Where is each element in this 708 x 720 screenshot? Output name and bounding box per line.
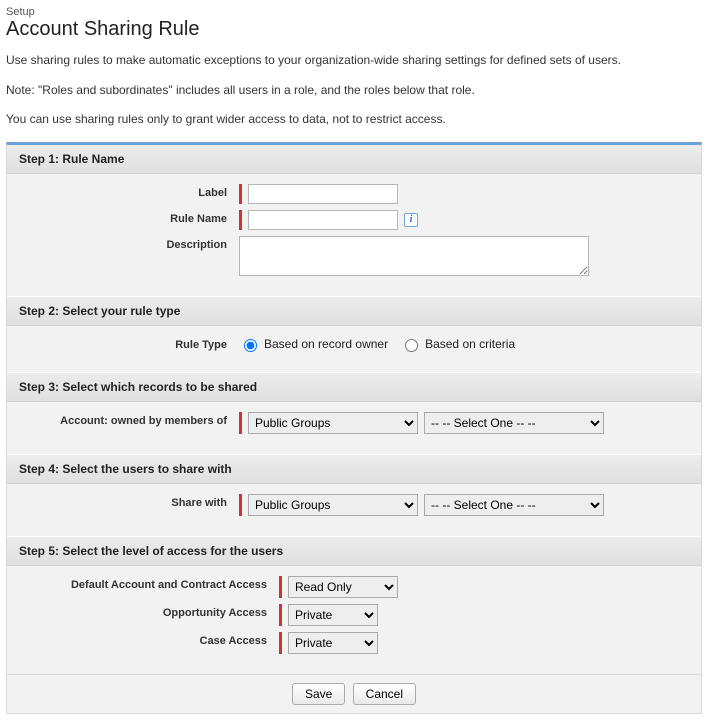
required-indicator bbox=[239, 210, 242, 230]
info-icon[interactable]: i bbox=[404, 213, 418, 227]
intro-text-1: Use sharing rules to make automatic exce… bbox=[6, 53, 702, 69]
step3-header: Step 3: Select which records to be share… bbox=[7, 372, 701, 402]
rule-name-label: Rule Name bbox=[19, 210, 239, 225]
share-with-category-select[interactable]: Public Groups bbox=[248, 494, 418, 516]
case-access-label: Case Access bbox=[19, 632, 279, 647]
radio-criteria-text: Based on criteria bbox=[425, 337, 515, 351]
account-access-label: Default Account and Contract Access bbox=[19, 576, 279, 591]
intro-text-2: Note: "Roles and subordinates" includes … bbox=[6, 83, 702, 99]
rule-form-panel: Step 1: Rule Name Label Rule Name i Desc… bbox=[6, 142, 702, 714]
save-button[interactable]: Save bbox=[292, 683, 345, 705]
required-indicator bbox=[279, 604, 282, 626]
page-title: Account Sharing Rule bbox=[6, 18, 702, 41]
radio-owner-text: Based on record owner bbox=[264, 337, 388, 351]
opportunity-access-select[interactable]: Private bbox=[288, 604, 378, 626]
rule-type-label: Rule Type bbox=[19, 336, 239, 351]
share-with-label: Share with bbox=[19, 494, 239, 509]
required-indicator bbox=[279, 576, 282, 598]
radio-owner-label[interactable]: Based on record owner bbox=[239, 336, 388, 352]
owned-by-category-select[interactable]: Public Groups bbox=[248, 412, 418, 434]
description-label: Description bbox=[19, 236, 239, 251]
radio-criteria[interactable] bbox=[405, 339, 418, 352]
owned-by-label: Account: owned by members of bbox=[19, 412, 239, 427]
rule-name-input[interactable] bbox=[248, 210, 398, 230]
label-input[interactable] bbox=[248, 184, 398, 204]
step4-header: Step 4: Select the users to share with bbox=[7, 454, 701, 484]
breadcrumb: Setup bbox=[6, 6, 702, 18]
required-indicator bbox=[239, 494, 242, 516]
step2-header: Step 2: Select your rule type bbox=[7, 296, 701, 326]
radio-owner[interactable] bbox=[244, 339, 257, 352]
case-access-select[interactable]: Private bbox=[288, 632, 378, 654]
account-access-select[interactable]: Read Only bbox=[288, 576, 398, 598]
opportunity-access-label: Opportunity Access bbox=[19, 604, 279, 619]
label-label: Label bbox=[19, 184, 239, 199]
required-indicator bbox=[239, 184, 242, 204]
intro-text-3: You can use sharing rules only to grant … bbox=[6, 112, 702, 128]
cancel-button[interactable]: Cancel bbox=[353, 683, 416, 705]
owned-by-value-select[interactable]: -- -- Select One -- -- bbox=[424, 412, 604, 434]
step5-header: Step 5: Select the level of access for t… bbox=[7, 536, 701, 566]
step1-header: Step 1: Rule Name bbox=[7, 145, 701, 174]
required-indicator bbox=[279, 632, 282, 654]
radio-criteria-label[interactable]: Based on criteria bbox=[400, 336, 515, 352]
share-with-value-select[interactable]: -- -- Select One -- -- bbox=[424, 494, 604, 516]
button-bar: Save Cancel bbox=[7, 674, 701, 713]
description-textarea[interactable] bbox=[239, 236, 589, 276]
required-indicator bbox=[239, 412, 242, 434]
